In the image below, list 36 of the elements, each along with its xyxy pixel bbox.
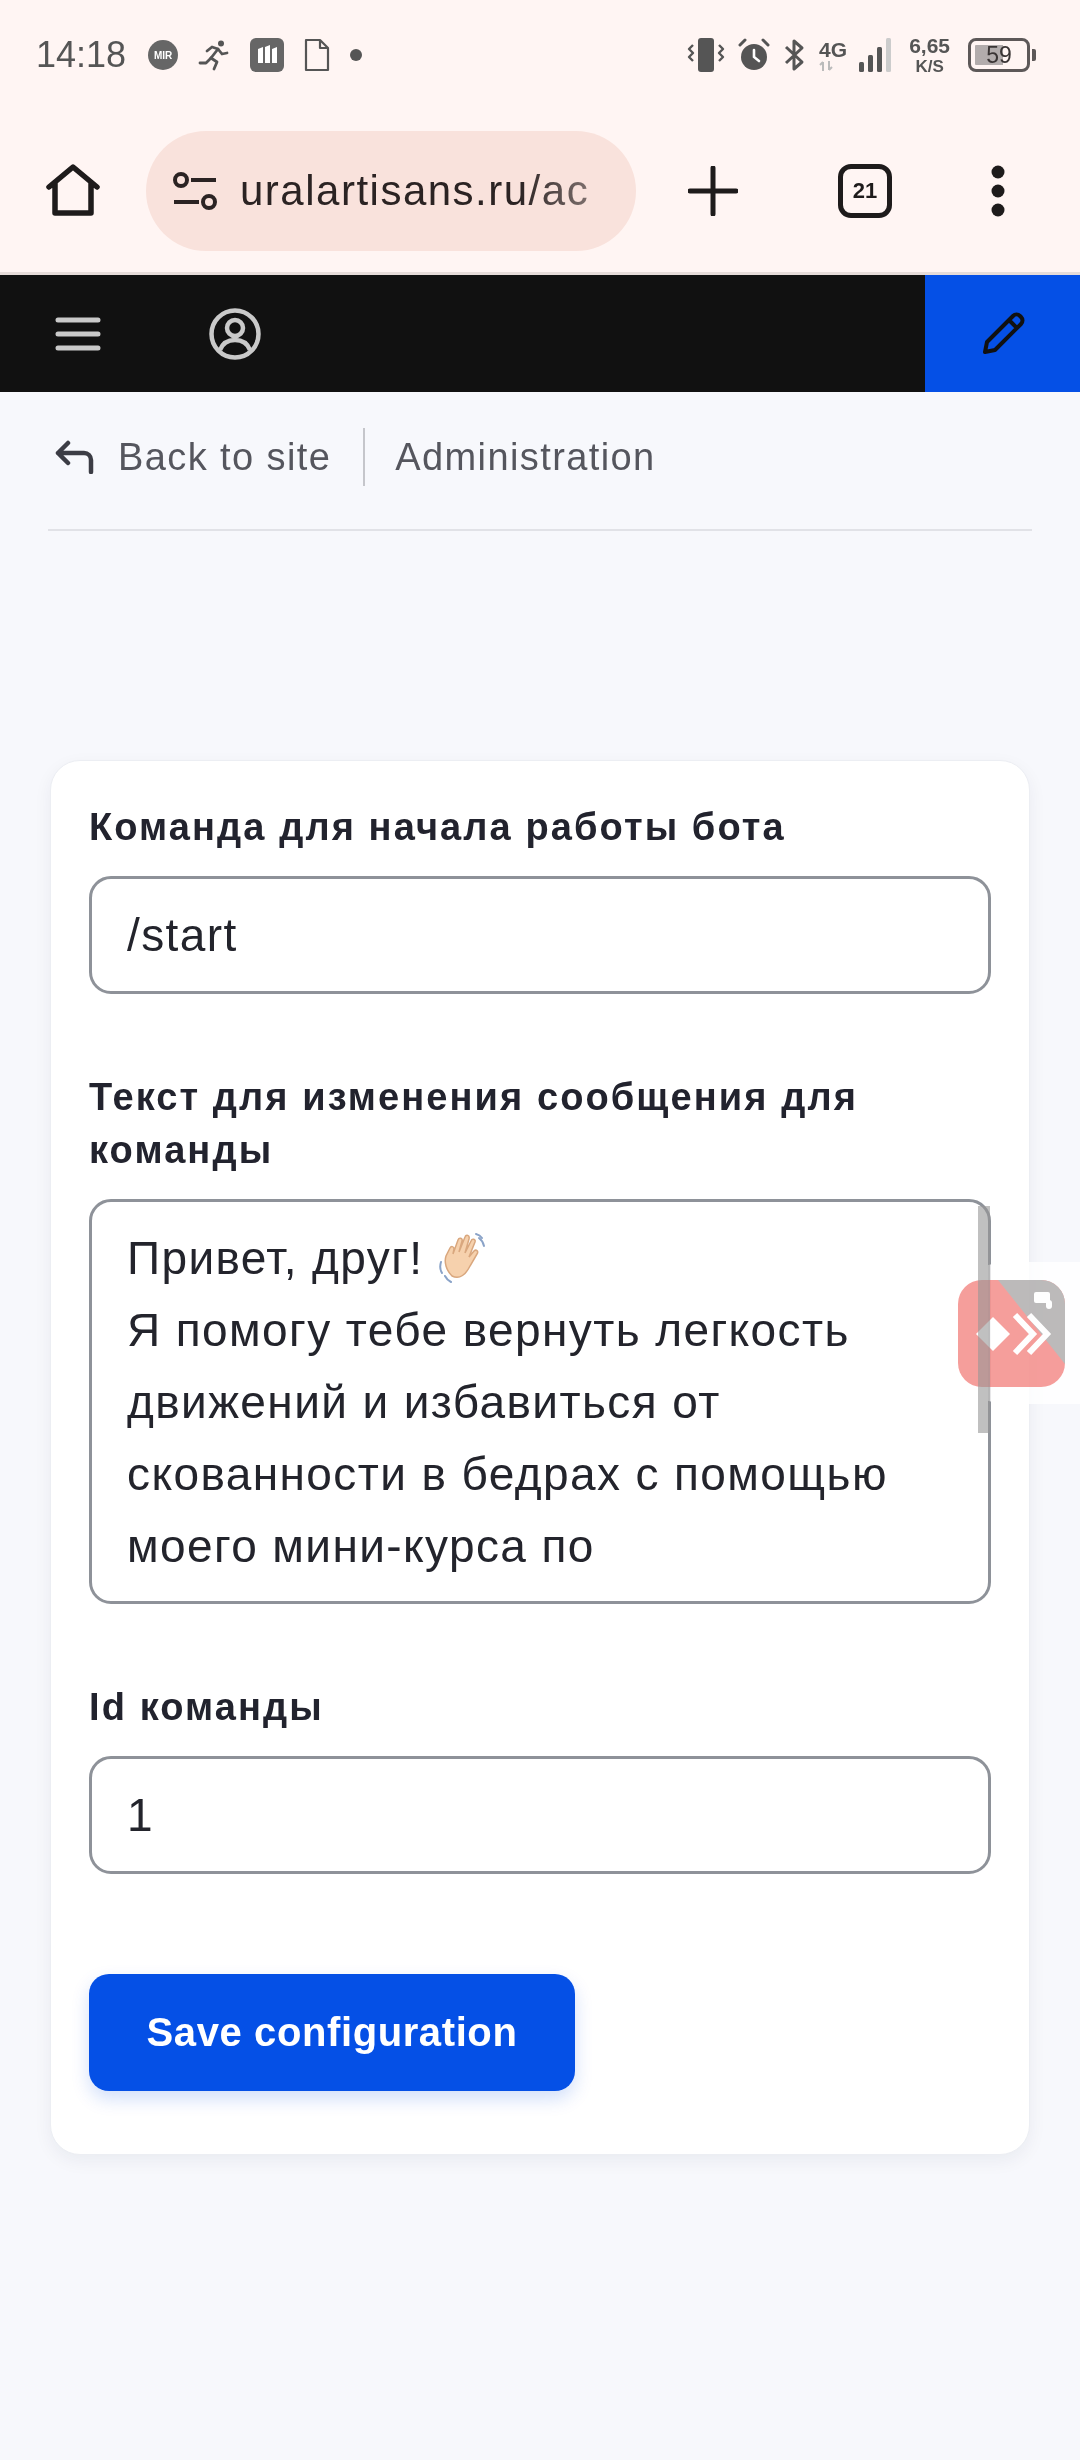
scrollbar-thumb[interactable]	[978, 1206, 990, 1433]
text-input-field[interactable]: /start	[89, 876, 991, 994]
document-icon	[304, 38, 331, 72]
waving-hand-icon	[437, 1232, 486, 1284]
edit-button[interactable]	[925, 275, 1080, 392]
text-input-field[interactable]: 1	[89, 1756, 991, 1874]
menu-icon[interactable]	[990, 165, 1006, 217]
site-settings-icon[interactable]	[172, 171, 218, 211]
home-icon[interactable]	[45, 163, 101, 219]
speed-unit-text: K/S	[915, 58, 944, 75]
tab-switcher-button[interactable]: 21	[838, 164, 892, 218]
back-to-site-link[interactable]: Back to site	[48, 435, 332, 479]
network-speed-text: 6,65	[909, 35, 950, 56]
save-configuration-button[interactable]: Save configuration	[89, 1974, 575, 2091]
vibrate-icon	[687, 37, 726, 73]
message-textarea[interactable]: Привет, друг! Я помогу тебе вернуть легкость движений и избавиться от скованности в бедрах с помощью моего мини-курса по	[89, 1199, 991, 1604]
network-type-text: 4G	[819, 38, 848, 60]
alarm-icon	[737, 38, 772, 72]
url-text[interactable]: uralartisans.ru/ac	[240, 167, 590, 215]
field-label: Id команды	[89, 1685, 325, 1730]
data-arrows-icon	[819, 59, 834, 72]
notification-dot-icon	[350, 49, 363, 61]
message-text: Я помогу тебе вернуть легкость движений и избавиться от скованности в бедрах с помощью моего мини-курса по	[127, 1303, 889, 1574]
breadcrumb-text: Administration	[395, 435, 656, 479]
field-label: Текст для изменения сообщения для команды	[89, 1075, 859, 1173]
clock-time: 14:18	[36, 34, 127, 76]
payment-badge: MIR	[148, 40, 179, 70]
signal-icon	[859, 38, 892, 72]
field-label: Команда для начала работы бота	[89, 805, 787, 850]
greeting-text: Привет, друг!	[127, 1231, 424, 1286]
plus-icon[interactable]	[688, 166, 738, 216]
address-bar[interactable]: uralartisans.ru/ac	[146, 131, 636, 251]
user-icon[interactable]	[209, 307, 261, 360]
running-figure-icon	[198, 39, 231, 71]
app-tile-icon	[250, 38, 285, 72]
back-arrow-icon	[54, 440, 94, 474]
